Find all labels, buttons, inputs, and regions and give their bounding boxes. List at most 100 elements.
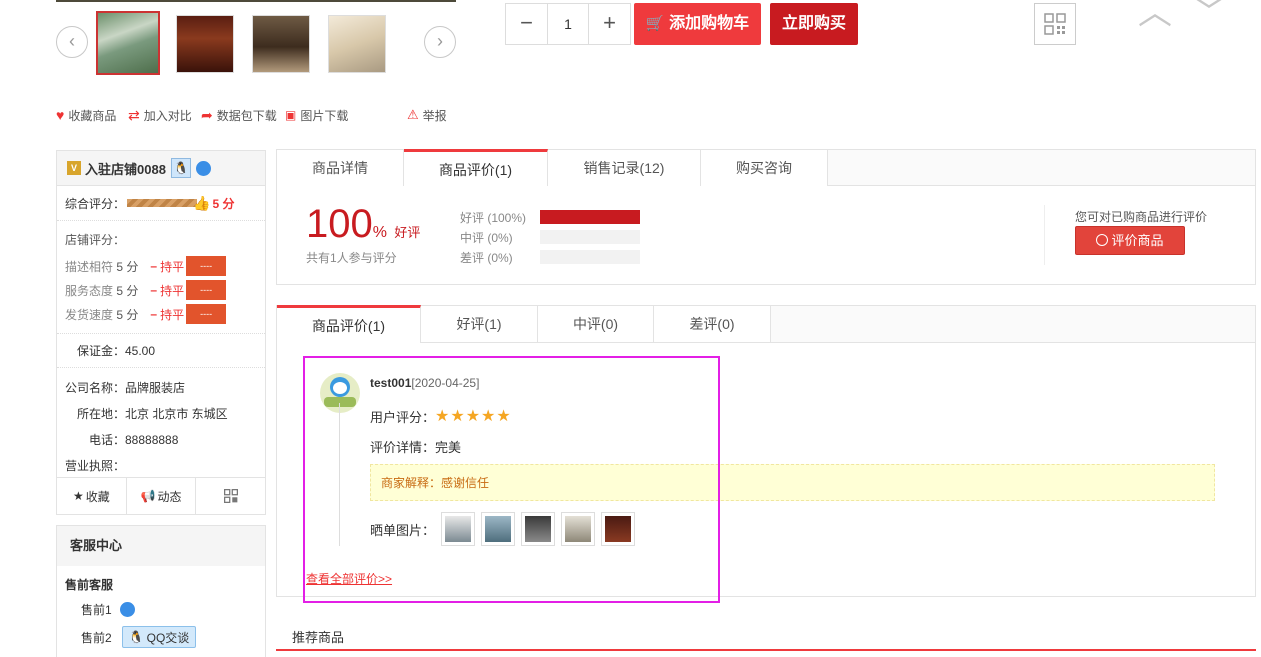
- tab-medium-reviews[interactable]: 中评(0): [538, 306, 654, 342]
- qrcode-button[interactable]: [1034, 3, 1076, 45]
- gallery-next-button[interactable]: ›: [424, 26, 456, 58]
- score-trend: 持平: [160, 283, 185, 298]
- rate-prompt: 您可对已购商品进行评价: [1075, 210, 1208, 224]
- quantity-input[interactable]: 1: [547, 4, 589, 44]
- agent-row-1: 售前1: [57, 593, 265, 618]
- favorite-product-link[interactable]: ♥ 收藏商品: [56, 106, 116, 124]
- gallery-thumb-2[interactable]: [176, 15, 234, 73]
- package-download-link[interactable]: ➦ 数据包下载: [201, 106, 277, 124]
- dash-icon: –: [150, 283, 158, 297]
- main-image-bottom-edge: [56, 0, 456, 2]
- warning-icon: ⚠: [407, 107, 419, 122]
- tab-good-reviews[interactable]: 好评(1): [421, 306, 538, 342]
- company-location: 所在地：北京 北京市 东城区: [77, 407, 228, 421]
- rating-count: 共有1人参与评分: [306, 251, 397, 265]
- deposit-row: 保证金：45.00: [57, 333, 265, 367]
- dist-label: 好评 (100%): [460, 210, 527, 225]
- dist-bar-fill: [540, 210, 640, 224]
- tab-all-reviews[interactable]: 商品评价(1): [277, 305, 421, 343]
- buy-now-button[interactable]: 立即购买: [770, 3, 858, 45]
- qq-icon: 🐧: [128, 630, 144, 644]
- quantity-minus-button[interactable]: −: [506, 4, 547, 44]
- report-link[interactable]: ⚠ 举报: [407, 106, 447, 124]
- chevron-right-icon: ›: [437, 31, 443, 51]
- score-label: 发货速度: [65, 307, 114, 322]
- thumbs-up-icon: 👍: [193, 194, 211, 211]
- scroll-up-icon[interactable]: ︿: [1138, 0, 1172, 30]
- dist-row-bad: 差评 (0%): [460, 247, 660, 267]
- favorite-label: 收藏商品: [68, 108, 117, 123]
- qq-contact-icon[interactable]: 🐧: [170, 158, 191, 178]
- gallery-thumb-1[interactable]: [96, 11, 160, 75]
- dist-label: 中评 (0%): [460, 230, 513, 245]
- score-compare-pill: ----: [186, 256, 227, 276]
- shop-scores: 店铺评分： 描述相符 5 分 – 持平 ---- 服务态度 5 分 – 持平 -…: [57, 220, 265, 333]
- company-info: 公司名称：品牌服装店 所在地：北京 北京市 东城区 电话：88888888 营业…: [57, 367, 265, 473]
- store-actions: ★ 收藏 📢 动态: [57, 477, 265, 514]
- good-rate-percent: 100: [306, 202, 373, 246]
- gallery-prev-button[interactable]: ‹: [56, 26, 88, 58]
- dist-label: 差评 (0%): [460, 250, 513, 265]
- agent-name: 售前2: [81, 630, 112, 645]
- store-favorite-button[interactable]: ★ 收藏: [57, 478, 127, 514]
- qq-talk-button[interactable]: 🐧 QQ交谈: [121, 626, 197, 648]
- scroll-down-icon[interactable]: ﹀: [1192, 0, 1226, 30]
- dash-icon: –: [150, 307, 158, 321]
- percent-sign: %: [372, 224, 387, 241]
- tab-product-detail[interactable]: 商品详情: [277, 150, 404, 186]
- store-favorite-label: 收藏: [85, 489, 110, 504]
- dist-row-good: 好评 (100%): [460, 207, 660, 227]
- store-info-panel: V 入驻店铺0088 🐧 综合评分： 👍 5 分 店铺评分： 描述相符 5 分 …: [56, 150, 266, 515]
- store-dynamic-button[interactable]: 📢 动态: [127, 478, 197, 514]
- score-row-service: 服务态度 5 分 – 持平 ----: [65, 278, 265, 302]
- agent-name: 售前1: [81, 603, 112, 617]
- dist-bar: [540, 230, 640, 244]
- gallery-thumb-3[interactable]: [252, 15, 310, 73]
- compare-label: 加入对比: [143, 108, 192, 123]
- overall-score-value: 5 分: [212, 196, 235, 211]
- add-to-cart-button[interactable]: 🛒 添加购物车: [634, 3, 761, 45]
- add-compare-link[interactable]: ⇄ 加入对比: [128, 106, 192, 124]
- image-download-label: 图片下载: [300, 108, 349, 123]
- review-filter-tabbar: 商品评价(1) 好评(1) 中评(0) 差评(0): [277, 305, 1255, 343]
- quantity-stepper[interactable]: − 1 +: [505, 3, 631, 45]
- wangwang-icon[interactable]: [195, 160, 211, 176]
- store-level-icon: V: [67, 161, 81, 175]
- recommend-title: 推荐商品: [292, 630, 345, 645]
- tab-sales-records[interactable]: 销售记录(12): [548, 150, 701, 186]
- store-name[interactable]: 入驻店铺0088: [85, 159, 166, 178]
- customer-service-title: 客服中心: [57, 526, 265, 566]
- overall-score-label: 综合评分：: [65, 196, 126, 211]
- dist-bar: [540, 250, 640, 264]
- overall-score-row: 综合评分： 👍 5 分: [57, 186, 265, 220]
- rating-summary: 100% 好评: [306, 202, 420, 247]
- megaphone-icon: 📢: [140, 489, 156, 503]
- score-compare-pill: ----: [186, 304, 227, 324]
- quantity-plus-button[interactable]: +: [589, 4, 630, 44]
- score-value: 5 分: [116, 259, 139, 274]
- gallery-thumb-4[interactable]: [328, 15, 386, 73]
- share-arrow-icon: ➦: [201, 106, 213, 123]
- score-row-description: 描述相符 5 分 – 持平 ----: [65, 254, 265, 278]
- dist-bar: [540, 210, 640, 224]
- tab-product-reviews[interactable]: 商品评价(1): [404, 149, 548, 186]
- recommend-underline: [276, 649, 1256, 651]
- heart-icon: ♥: [56, 107, 65, 123]
- score-row-shipping: 发货速度 5 分 – 持平 ----: [65, 302, 265, 326]
- customer-service-panel: 客服中心 售前客服 售前1 售前2 🐧 QQ交谈: [56, 525, 266, 657]
- comment-icon: [1096, 234, 1109, 246]
- image-icon: ▣: [285, 108, 297, 122]
- rating-distribution: 好评 (100%) 中评 (0%) 差评 (0%): [460, 207, 660, 267]
- score-trend: 持平: [160, 307, 185, 322]
- score-label: 服务态度: [65, 283, 114, 298]
- qrcode-icon: [223, 489, 238, 503]
- tab-bad-reviews[interactable]: 差评(0): [654, 306, 771, 342]
- image-download-link[interactable]: ▣ 图片下载: [285, 106, 348, 124]
- store-header: V 入驻店铺0088 🐧: [57, 151, 265, 186]
- store-qrcode-button[interactable]: [196, 478, 265, 514]
- tab-purchase-inquiry[interactable]: 购买咨询: [701, 150, 828, 186]
- qrcode-icon: [1044, 13, 1066, 35]
- chevron-left-icon: ‹: [69, 31, 75, 51]
- wangwang-icon[interactable]: [119, 602, 135, 617]
- rate-product-button[interactable]: 评价商品: [1075, 226, 1185, 255]
